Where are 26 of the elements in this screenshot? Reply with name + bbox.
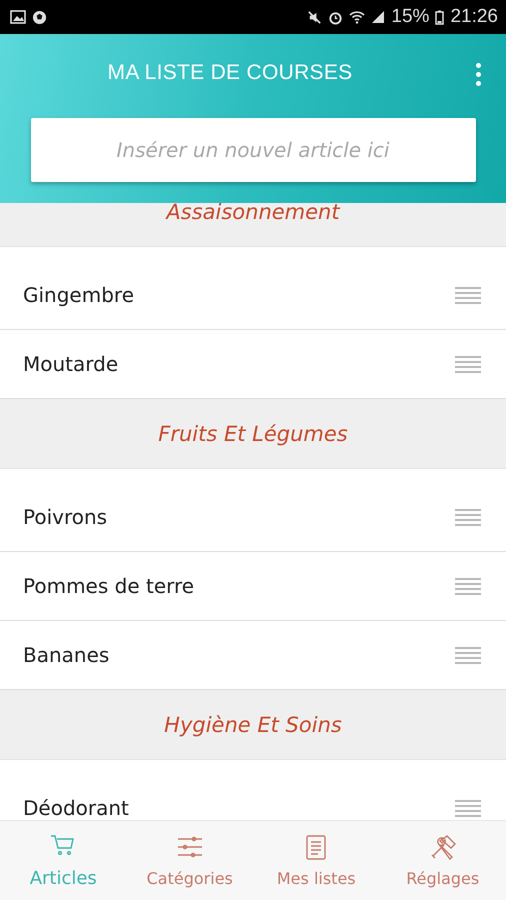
app-title: MA LISTE DE COURSES (108, 61, 352, 85)
section-header: Fruits Et Légumes (0, 399, 506, 469)
item-name[interactable]: Pommes de terre (23, 574, 194, 598)
ball-icon (32, 10, 47, 24)
item-name[interactable]: Moutarde (23, 352, 118, 376)
section-header: Hygiène Et Soins (0, 690, 506, 760)
drag-handle-icon[interactable] (455, 508, 481, 526)
drag-handle-icon[interactable] (455, 646, 481, 664)
item-name[interactable]: Bananes (23, 643, 110, 667)
drag-handle-icon[interactable] (455, 356, 481, 372)
drag-handle-icon[interactable] (455, 286, 481, 304)
new-item-field[interactable]: Insérer un nouvel article ici (30, 118, 476, 182)
status-time: 21:26 (450, 6, 498, 28)
image-icon (10, 10, 26, 24)
wifi-icon (349, 10, 366, 24)
signal-icon (371, 10, 386, 24)
tools-icon (428, 834, 457, 860)
alarm-icon (328, 10, 344, 24)
drag-handle-icon[interactable] (455, 578, 481, 594)
item-name[interactable]: Gingembre (23, 283, 134, 307)
battery-percent: 15% (391, 6, 430, 28)
mute-icon (307, 10, 322, 24)
drag-handle-icon[interactable] (455, 800, 481, 816)
battery-icon (435, 10, 444, 24)
item-name[interactable]: Déodorant (23, 796, 129, 820)
item-name[interactable]: Poivrons (23, 505, 108, 529)
